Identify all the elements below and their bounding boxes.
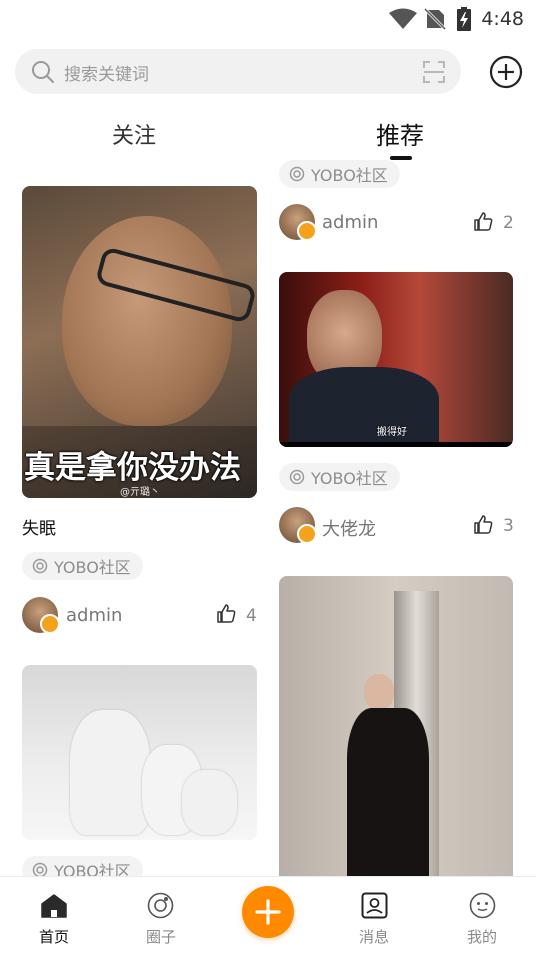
image-caption: 真是拿你没办法 <box>24 450 241 486</box>
verified-badge <box>297 221 317 241</box>
author-name[interactable]: 大佬龙 <box>322 515 376 541</box>
post-image[interactable] <box>279 576 513 876</box>
community-tag[interactable]: YOBO社区 <box>279 160 400 188</box>
wifi-icon <box>389 8 417 29</box>
search-input[interactable]: 搜索关键词 <box>64 60 149 85</box>
post-title[interactable]: 失眠 <box>22 514 56 539</box>
publish-button[interactable] <box>242 886 294 938</box>
status-bar: 4:48 <box>0 0 536 38</box>
tab-recommend[interactable]: 推荐 <box>376 116 424 151</box>
nav-label-message[interactable]: 消息 <box>334 926 414 947</box>
circle-target-icon <box>289 166 305 182</box>
tag-label: YOBO社区 <box>311 469 388 488</box>
circle-target-icon <box>32 558 48 574</box>
profile-icon[interactable] <box>469 892 496 919</box>
message-icon[interactable] <box>361 892 388 919</box>
plus-icon <box>255 899 281 925</box>
feed[interactable]: 真是拿你没办法 @亓璐丶 失眠 YOBO社区 admin 4 YOBO社区 YO… <box>0 160 536 876</box>
verified-badge <box>297 524 317 544</box>
search-bar[interactable]: 搜索关键词 <box>15 49 461 94</box>
home-icon[interactable] <box>41 894 67 918</box>
nav-label-profile[interactable]: 我的 <box>442 926 522 947</box>
status-time: 4:48 <box>481 8 524 30</box>
post-image[interactable]: 真是拿你没办法 @亓璐丶 <box>22 186 257 498</box>
photo-polar-bear <box>70 710 150 835</box>
thumbs-up-icon[interactable] <box>216 604 236 624</box>
nav-label-circle[interactable]: 圈子 <box>121 926 201 947</box>
circle-icon[interactable] <box>147 892 174 919</box>
tab-follow[interactable]: 关注 <box>112 118 156 150</box>
verified-badge <box>40 614 60 634</box>
tag-label: YOBO社区 <box>311 166 388 185</box>
tag-label: YOBO社区 <box>54 862 131 876</box>
tag-label: YOBO社区 <box>54 558 131 577</box>
author-name[interactable]: admin <box>322 212 378 233</box>
circle-target-icon <box>32 862 48 876</box>
thumbs-up-icon[interactable] <box>473 515 493 535</box>
post-image[interactable]: 搬得好 <box>279 272 513 447</box>
like-count: 4 <box>246 606 257 626</box>
thumbs-up-icon[interactable] <box>473 212 493 232</box>
scan-icon[interactable] <box>422 60 446 84</box>
nav-label-home[interactable]: 首页 <box>14 926 94 947</box>
image-watermark: @亓璐丶 <box>120 487 160 498</box>
circle-target-icon <box>289 469 305 485</box>
image-caption: 搬得好 <box>377 427 407 438</box>
no-sim-icon <box>424 8 446 30</box>
like-count: 3 <box>503 516 514 536</box>
community-tag[interactable]: YOBO社区 <box>22 856 143 876</box>
photo-suit <box>289 367 439 447</box>
photo-face <box>62 216 232 426</box>
photo-polar-cub <box>182 770 237 835</box>
add-post-icon[interactable] <box>489 55 523 89</box>
post-image[interactable] <box>22 665 257 840</box>
battery-charging-icon <box>457 7 471 31</box>
like-count: 2 <box>503 213 514 233</box>
community-tag[interactable]: YOBO社区 <box>22 552 143 580</box>
author-name[interactable]: admin <box>66 605 122 626</box>
search-icon <box>32 61 54 83</box>
photo-coat <box>347 708 429 876</box>
photo-face <box>364 674 394 710</box>
community-tag[interactable]: YOBO社区 <box>279 463 400 491</box>
